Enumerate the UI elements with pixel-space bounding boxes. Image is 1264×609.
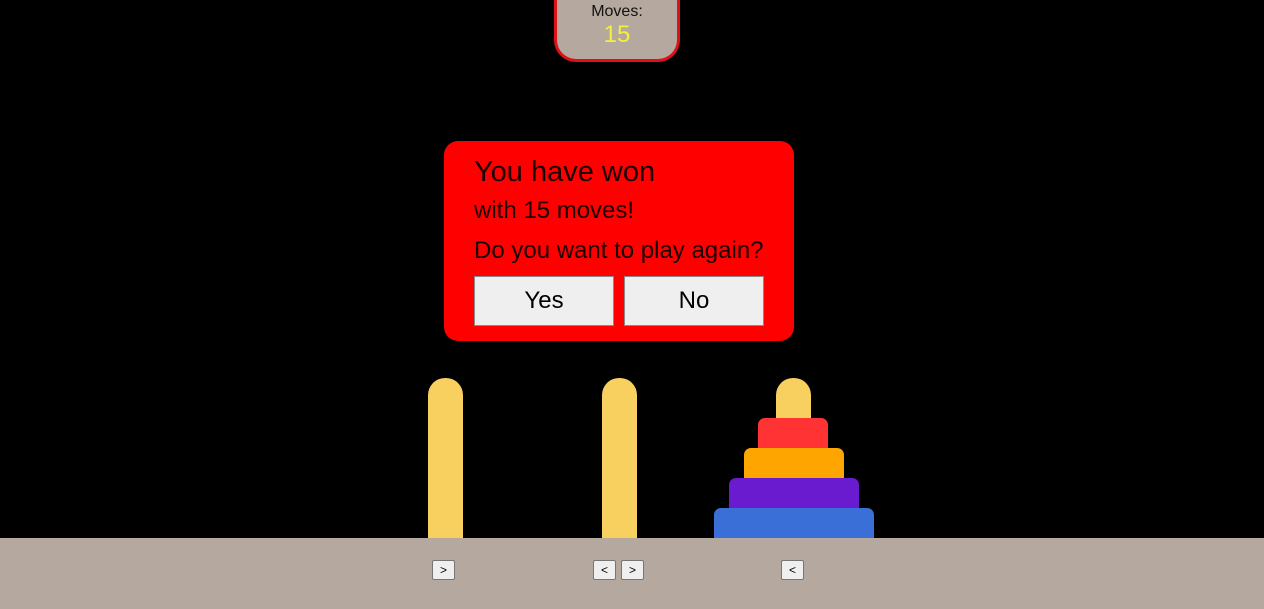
peg-2[interactable] [602,378,637,538]
peg-2-move-right-button[interactable]: > [621,560,644,580]
moves-value: 15 [603,21,631,48]
disk-red[interactable] [758,418,828,448]
play-again-question: Do you want to play again? [474,237,764,264]
win-subtitle: with 15 moves! [474,197,635,224]
disk-orange[interactable] [744,448,844,478]
yes-button[interactable]: Yes [474,276,614,326]
peg-3-move-left-button[interactable]: < [781,560,804,580]
game-stage: Moves: 15 You have won with 15 moves! Do… [0,0,1264,609]
win-title: You have won [474,156,656,188]
peg-2-move-left-button[interactable]: < [593,560,616,580]
moves-counter: Moves: 15 [554,0,680,62]
moves-label: Moves: [591,3,643,20]
peg-1-move-right-button[interactable]: > [432,560,455,580]
peg-1[interactable] [428,378,463,538]
disk-blue[interactable] [714,508,874,538]
no-button[interactable]: No [624,276,764,326]
disk-purple[interactable] [729,478,859,508]
win-dialog: You have won with 15 moves! Do you want … [444,141,794,341]
